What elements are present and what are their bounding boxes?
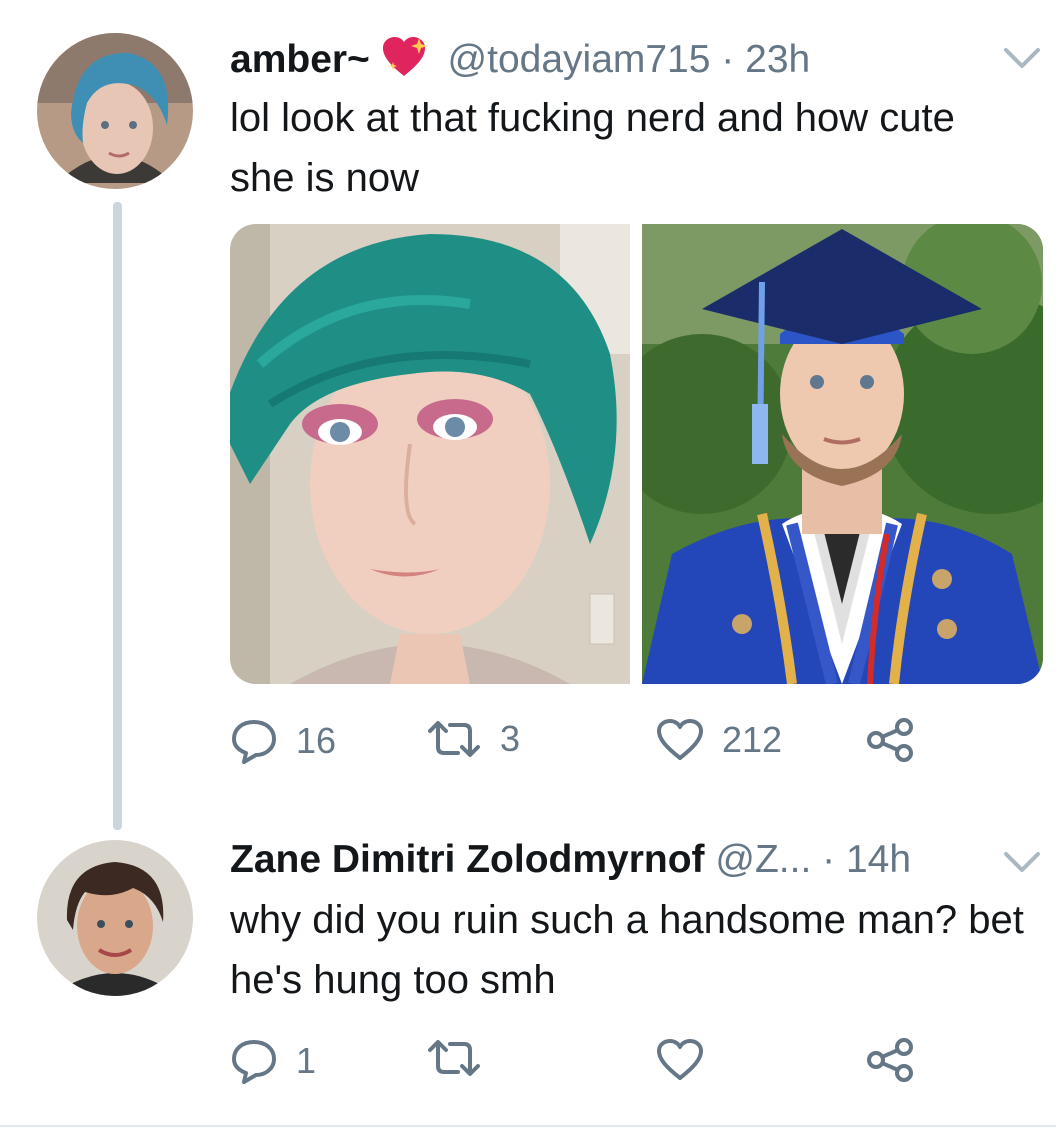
tweet-text: lol look at that fucking nerd and how cu…	[230, 96, 955, 200]
reply-button[interactable]: 16	[230, 718, 336, 764]
reply-count: 16	[296, 720, 337, 761]
chevron-down-icon[interactable]	[1002, 850, 1042, 881]
user-handle[interactable]: @Z...	[715, 838, 811, 881]
avatar[interactable]	[37, 33, 193, 189]
like-button[interactable]: 212	[656, 718, 782, 762]
tweet-header: amber~ @todayiam715 · 23h	[230, 36, 810, 89]
user-handle[interactable]: @todayiam715	[448, 38, 711, 81]
retweet-icon	[428, 721, 480, 757]
like-count: 212	[722, 719, 783, 760]
share-button[interactable]	[866, 718, 916, 762]
tweet-text: why did you ruin such a handsome man? be…	[230, 898, 1024, 1002]
timestamp[interactable]: 14h	[846, 838, 911, 881]
photo-2[interactable]	[642, 224, 1043, 684]
thread-line	[113, 202, 122, 830]
heart-icon	[657, 719, 703, 760]
retweet-count: 3	[500, 718, 521, 759]
photo-1[interactable]	[230, 224, 630, 684]
display-name[interactable]: Zane Dimitri Zolodmyrnof	[230, 838, 705, 881]
reply-icon	[232, 720, 276, 764]
share-button[interactable]	[866, 1038, 916, 1082]
avatar[interactable]	[37, 840, 193, 996]
divider	[0, 1125, 1056, 1127]
sparkling-heart-icon	[381, 36, 427, 89]
retweet-button[interactable]	[426, 1038, 482, 1078]
tweet-2[interactable]: Zane Dimitri Zolodmyrnof @Z... · 14h why…	[0, 820, 1056, 1129]
display-name[interactable]: amber~	[230, 38, 370, 81]
dot-separator: ·	[822, 838, 846, 881]
reply-count: 1	[296, 1040, 317, 1081]
heart-icon	[657, 1039, 703, 1080]
dot-separator: ·	[721, 38, 746, 81]
retweet-button[interactable]: 3	[426, 718, 520, 760]
tweet-actions: 16 3 212	[230, 718, 930, 768]
tweet-header: Zane Dimitri Zolodmyrnof @Z... · 14h	[230, 837, 911, 883]
tweet-actions: 1	[230, 1038, 930, 1088]
reply-icon	[232, 1040, 276, 1084]
share-icon	[867, 1038, 913, 1082]
chevron-down-icon[interactable]	[1002, 46, 1042, 77]
reply-button[interactable]: 1	[230, 1038, 316, 1084]
share-icon	[867, 718, 913, 762]
timestamp[interactable]: 23h	[745, 38, 810, 81]
like-button[interactable]	[656, 1038, 704, 1082]
retweet-icon	[428, 1040, 480, 1076]
tweet-1[interactable]: amber~ @todayiam715 · 23h lol look at th…	[0, 0, 1056, 830]
